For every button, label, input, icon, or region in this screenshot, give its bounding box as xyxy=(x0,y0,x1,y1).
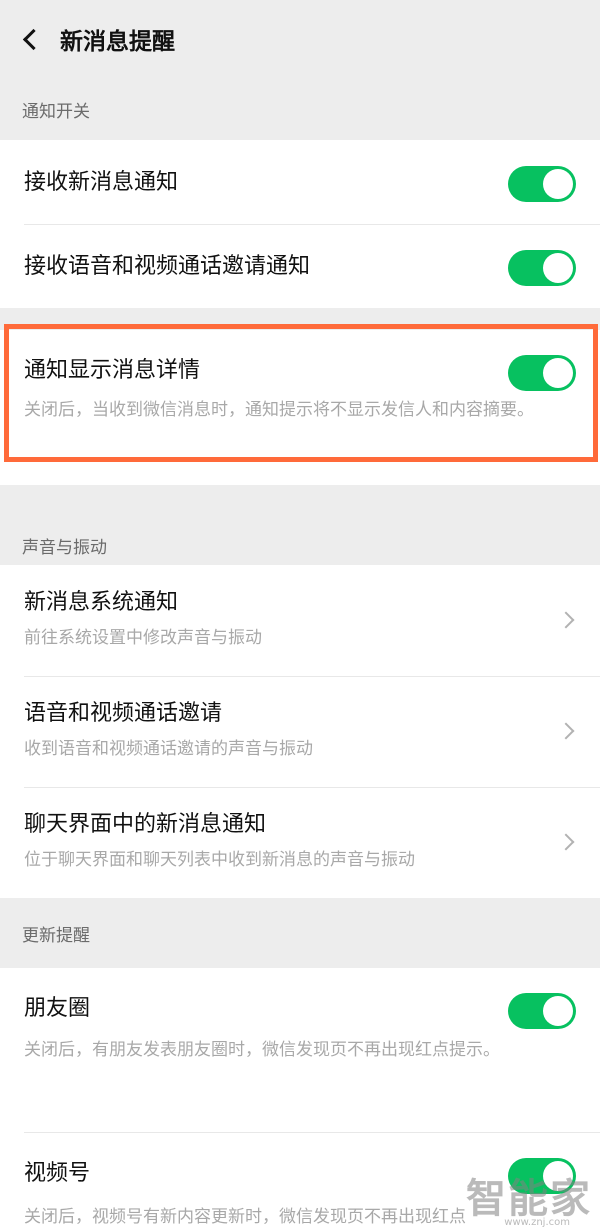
group-notify: 接收新消息通知 接收语音和视频通话邀请通知 xyxy=(0,140,600,308)
toggle-switch-show-details[interactable] xyxy=(508,355,576,391)
row-moments[interactable]: 朋友圈 关闭后，有朋友发表朋友圈时，微信发现页不再出现红点提示。 xyxy=(0,968,600,1132)
watermark-url: www.znj.com xyxy=(504,1217,570,1228)
row-title: 语音和视频通话邀请 xyxy=(24,701,223,726)
row-title: 聊天界面中的新消息通知 xyxy=(24,812,267,837)
row-chat-notify[interactable]: 聊天界面中的新消息通知 位于聊天界面和聊天列表中收到新消息的声音与振动 xyxy=(0,787,600,898)
row-subtitle: 前往系统设置中修改声音与振动 xyxy=(24,627,262,648)
row-subtitle: 关闭后，有朋友发表朋友圈时，微信发现页不再出现红点提示。 xyxy=(24,1039,500,1060)
section-label-notify: 通知开关 xyxy=(22,101,90,122)
back-button[interactable] xyxy=(0,0,60,78)
row-title: 通知显示消息详情 xyxy=(24,358,201,383)
nav-header: 新消息提醒 xyxy=(0,0,600,78)
chevron-left-icon xyxy=(22,28,44,50)
section-label-sound: 声音与振动 xyxy=(22,537,107,558)
page-title: 新消息提醒 xyxy=(60,29,175,55)
row-call-invite[interactable]: 语音和视频通话邀请 收到语音和视频通话邀请的声音与振动 xyxy=(0,676,600,787)
row-receive-new[interactable]: 接收新消息通知 xyxy=(0,140,600,224)
section-label-updates: 更新提醒 xyxy=(22,925,90,946)
toggle-switch-receive-new[interactable] xyxy=(508,166,576,202)
toggle-switch-moments[interactable] xyxy=(508,993,576,1029)
row-title: 接收语音和视频通话邀请通知 xyxy=(24,254,311,279)
row-title: 新消息系统通知 xyxy=(24,590,179,615)
watermark-logo: 智能家 xyxy=(466,1176,592,1222)
group-details: 通知显示消息详情 关闭后，当收到微信消息时，通知提示将不显示发信人和内容摘要。 xyxy=(0,330,600,485)
row-title: 接收新消息通知 xyxy=(24,170,179,195)
row-system-notify[interactable]: 新消息系统通知 前往系统设置中修改声音与振动 xyxy=(0,565,600,676)
row-subtitle: 关闭后，当收到微信消息时，通知提示将不显示发信人和内容摘要。 xyxy=(24,399,534,420)
row-subtitle: 收到语音和视频通话邀请的声音与振动 xyxy=(24,738,313,759)
group-sound: 新消息系统通知 前往系统设置中修改声音与振动 语音和视频通话邀请 收到语音和视频… xyxy=(0,565,600,898)
row-subtitle: 位于聊天界面和聊天列表中收到新消息的声音与振动 xyxy=(24,849,415,870)
row-receive-call[interactable]: 接收语音和视频通话邀请通知 xyxy=(0,224,600,308)
toggle-switch-receive-call[interactable] xyxy=(508,250,576,286)
row-title: 朋友圈 xyxy=(24,996,91,1021)
row-show-details[interactable]: 通知显示消息详情 关闭后，当收到微信消息时，通知提示将不显示发信人和内容摘要。 xyxy=(0,330,600,485)
